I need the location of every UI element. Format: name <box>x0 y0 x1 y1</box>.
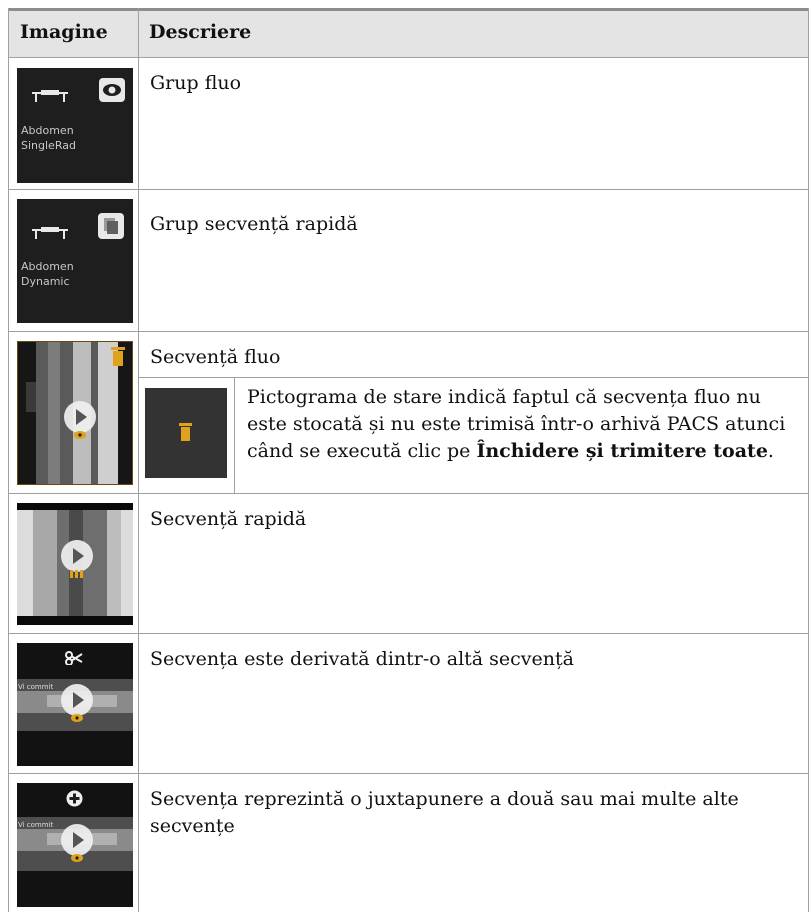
thumbnail-fluoro-sequence[interactable] <box>17 341 133 485</box>
table-column-divider <box>138 8 139 912</box>
eye-icon <box>99 78 125 102</box>
thumbnail-caption: Vi commit <box>18 821 54 829</box>
row-divider <box>8 773 809 774</box>
plus-icon <box>66 790 83 807</box>
status-icon-sample <box>145 388 227 478</box>
table-icon <box>32 227 68 239</box>
thumbnail-label-line2: SingleRad <box>21 139 76 152</box>
stack-icon <box>98 213 124 239</box>
thumbnail-label-line1: Abdomen <box>21 260 74 273</box>
subrow-divider <box>138 377 809 378</box>
play-icon <box>61 540 93 578</box>
explanation-end: . <box>767 440 774 462</box>
thumbnail-juxtaposed-sequence[interactable]: Vi commit <box>17 783 133 907</box>
trash-icon <box>179 423 192 441</box>
thumbnail-label-line2: Dynamic <box>21 275 70 288</box>
table-header-row <box>8 8 809 58</box>
header-description: Descriere <box>149 20 252 43</box>
play-icon <box>61 684 93 722</box>
table-border-right <box>808 8 809 912</box>
thumbnail-derived-sequence[interactable]: Vi commit <box>17 643 133 766</box>
row-divider <box>8 493 809 494</box>
row-divider <box>8 189 809 190</box>
trash-icon <box>111 347 125 366</box>
row-divider <box>8 331 809 332</box>
header-image: Imagine <box>20 20 108 43</box>
subrow-column-divider <box>234 377 235 493</box>
thumbnail-rapid-sequence[interactable] <box>17 503 133 625</box>
sequence-icons-table: Imagine Descriere Abdomen SingleRad Grup… <box>8 8 809 912</box>
description-row-4: Secvență rapidă <box>150 508 307 530</box>
thumbnail-caption: Vi commit <box>18 683 54 691</box>
close-and-send-all-label: Închidere și trimitere toate <box>476 440 768 462</box>
description-row-2: Grup secvență rapidă <box>150 213 358 235</box>
description-row-1: Grup fluo <box>150 72 242 94</box>
description-row-3: Secvență fluo <box>150 346 281 368</box>
table-border-left <box>8 8 9 912</box>
play-icon <box>64 401 96 439</box>
play-icon <box>61 824 93 862</box>
row-divider <box>8 633 809 634</box>
description-row-5: Secvența este derivată dintr-o altă secv… <box>150 648 574 670</box>
table-icon <box>32 90 68 102</box>
scissors-icon <box>65 651 83 665</box>
thumbnail-fluoro-group[interactable]: Abdomen SingleRad <box>17 68 133 183</box>
description-row-6: Secvența reprezintă o juxtapunere a două… <box>150 788 739 837</box>
thumbnail-rapid-sequence-group[interactable]: Abdomen Dynamic <box>17 199 133 323</box>
status-icon-explanation: Pictograma de stare indică faptul că sec… <box>247 384 802 465</box>
thumbnail-label-line1: Abdomen <box>21 124 74 137</box>
